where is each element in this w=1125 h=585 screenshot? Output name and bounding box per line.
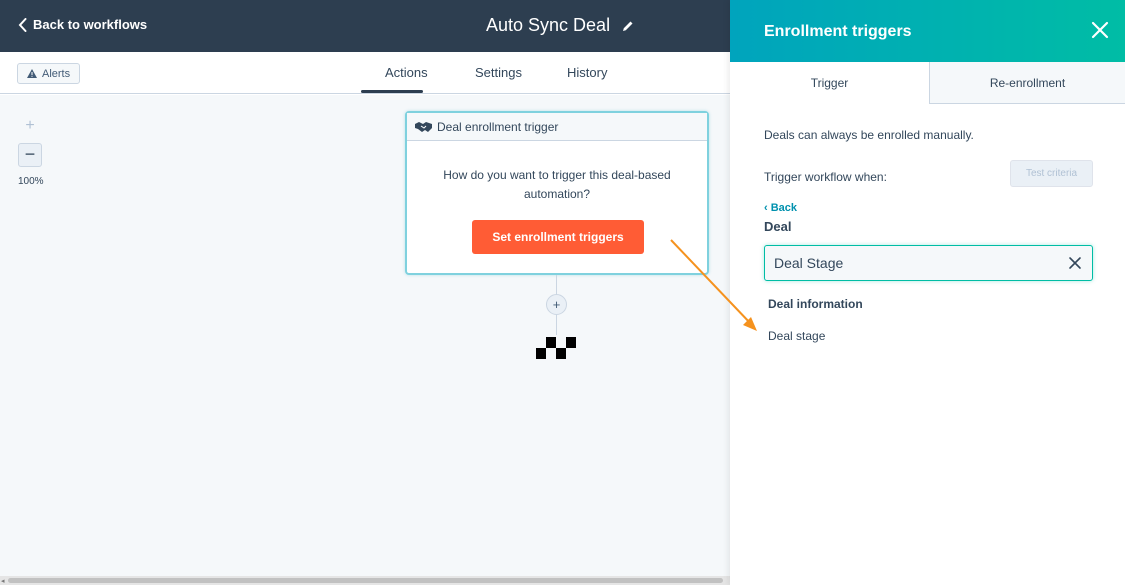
deal-enrollment-trigger-card[interactable]: Deal enrollment trigger How do you want …	[405, 111, 709, 275]
zoom-in-button[interactable]: +	[18, 116, 42, 136]
back-to-workflows-label: Back to workflows	[33, 17, 148, 32]
trigger-when-label: Trigger workflow when:	[764, 170, 887, 184]
workflow-title: Auto Sync Deal	[486, 15, 634, 36]
alerts-button[interactable]: Alerts	[17, 63, 81, 84]
pencil-icon[interactable]	[622, 20, 634, 32]
zoom-out-button[interactable]: −	[18, 143, 42, 167]
trigger-question: How do you want to trigger this deal-bas…	[443, 168, 671, 201]
property-group-heading: Deal information	[768, 297, 863, 311]
tab-trigger[interactable]: Trigger	[730, 62, 929, 104]
add-action-button[interactable]: +	[546, 294, 567, 315]
manual-enrollment-note: Deals can always be enrolled manually.	[764, 128, 974, 142]
chevron-left-icon	[18, 17, 27, 32]
trigger-card-title: Deal enrollment trigger	[437, 119, 559, 134]
workflow-title-text: Auto Sync Deal	[486, 15, 611, 35]
panel-tabs: Trigger Re-enrollment	[730, 62, 1125, 104]
tab-re-enrollment[interactable]: Re-enrollment	[929, 62, 1125, 104]
back-link[interactable]: ‹ Back	[764, 202, 797, 214]
property-search-field[interactable]	[764, 245, 1093, 281]
tab-history[interactable]: History	[567, 65, 607, 80]
scroll-left-icon[interactable]: ◂	[1, 577, 5, 585]
close-icon[interactable]	[1088, 18, 1112, 42]
top-bar: Back to workflows Auto Sync Deal	[0, 0, 730, 52]
handshake-icon	[415, 121, 432, 132]
enrollment-triggers-panel: Enrollment triggers Trigger Re-enrollmen…	[730, 0, 1125, 585]
property-search-input[interactable]	[765, 246, 1045, 280]
finish-flag-icon	[536, 337, 576, 359]
object-type-label: Deal	[764, 219, 792, 234]
warning-icon	[27, 69, 37, 78]
trigger-card-header: Deal enrollment trigger	[407, 113, 707, 141]
back-to-workflows-link[interactable]: Back to workflows	[18, 17, 147, 32]
alerts-label: Alerts	[42, 67, 71, 80]
scrollbar-thumb[interactable]	[8, 578, 723, 583]
clear-icon[interactable]	[1068, 256, 1082, 270]
horizontal-scrollbar[interactable]: ◂	[0, 576, 730, 585]
panel-title: Enrollment triggers	[764, 23, 912, 40]
zoom-level: 100%	[18, 176, 44, 187]
set-enrollment-triggers-button[interactable]: Set enrollment triggers	[472, 220, 644, 254]
property-option-deal-stage[interactable]: Deal stage	[768, 329, 825, 343]
active-tab-indicator	[361, 90, 423, 93]
panel-header: Enrollment triggers	[730, 0, 1125, 62]
tab-actions[interactable]: Actions	[385, 65, 428, 80]
test-criteria-button[interactable]: Test criteria	[1010, 160, 1093, 187]
workflow-tab-bar: Alerts Actions Settings History	[0, 52, 730, 94]
tab-settings[interactable]: Settings	[475, 65, 522, 80]
workflow-canvas[interactable]: + − 100% Deal enrollment trigger How do …	[0, 95, 730, 585]
